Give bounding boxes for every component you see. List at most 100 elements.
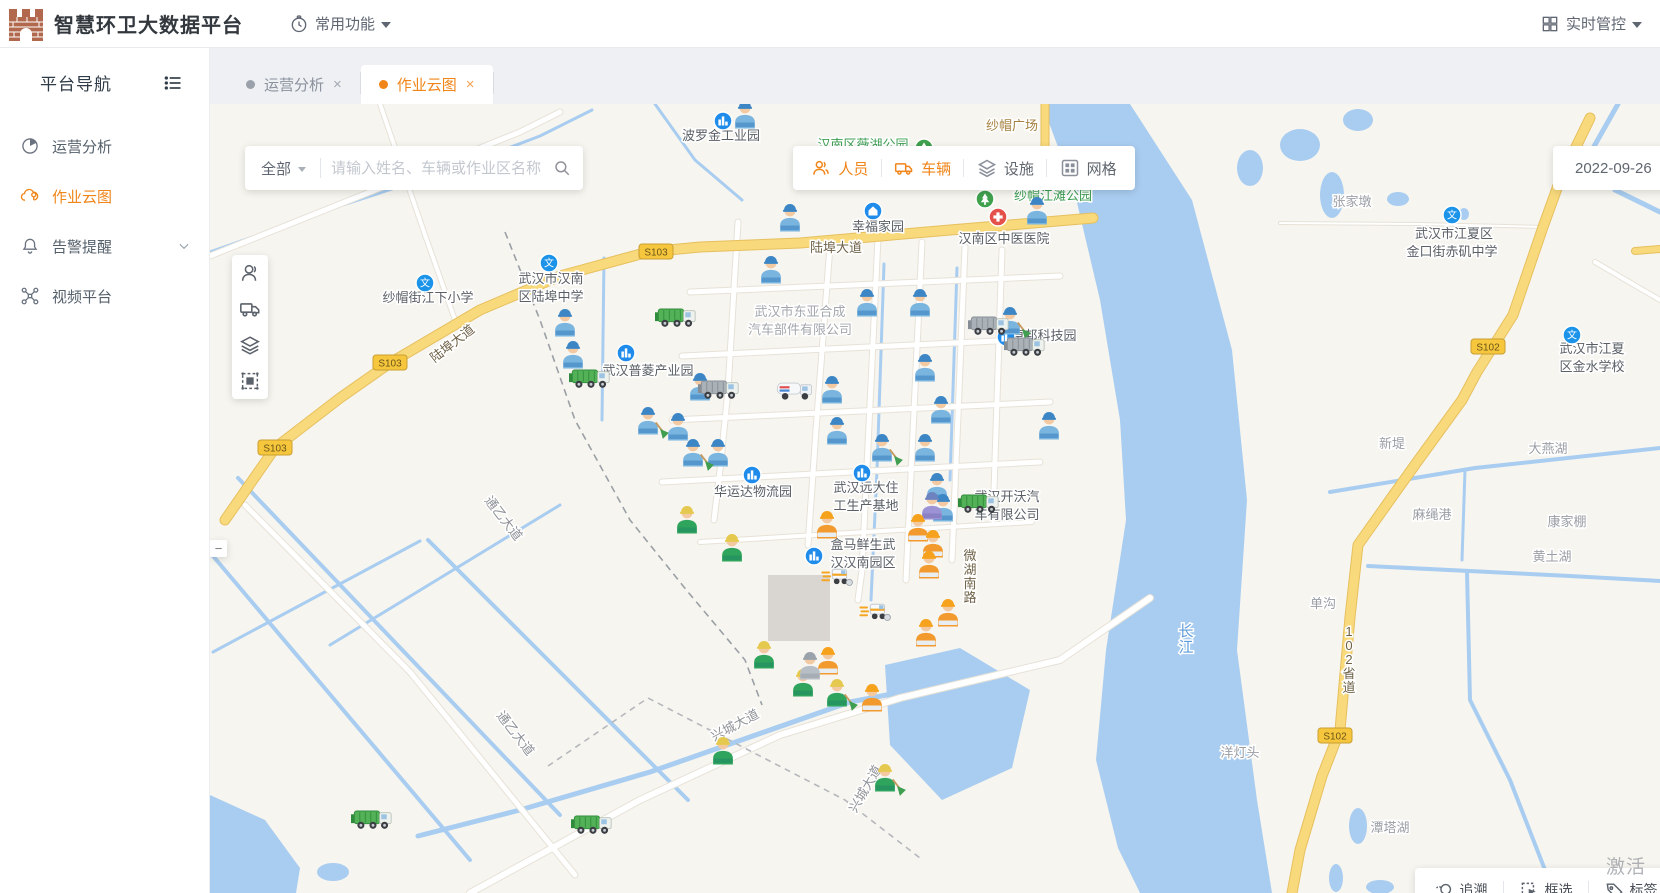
- sidebar-title: 平台导航: [40, 70, 112, 95]
- chevron-down-icon: [1632, 22, 1642, 28]
- filter-facilities[interactable]: 设施: [977, 158, 1034, 179]
- map-label: 纱帽江滩公园: [1014, 188, 1092, 203]
- bell-icon: [20, 236, 40, 256]
- brand-logo-icon: [8, 6, 44, 42]
- common-functions-label: 常用功能: [315, 13, 375, 34]
- poi-school-icon[interactable]: 文: [416, 274, 434, 292]
- tab-work-cloud-map[interactable]: 作业云图 ×: [361, 65, 493, 104]
- svg-text:文: 文: [544, 257, 554, 270]
- svg-text:文: 文: [1447, 209, 1457, 222]
- grid-cells-icon: [1060, 158, 1080, 178]
- sidebar-item-alerts[interactable]: 告警提醒: [0, 221, 209, 271]
- map-label: 微湖南路: [963, 548, 976, 605]
- layers-tool-icon[interactable]: [239, 334, 261, 356]
- poi-factory-icon[interactable]: [853, 464, 871, 482]
- map-label: 潭塔湖: [1370, 820, 1409, 835]
- map-label: 车有限公司: [974, 507, 1039, 522]
- search-input[interactable]: [331, 160, 553, 177]
- map-label: 汉汉南园区: [830, 555, 895, 570]
- poi-school-icon[interactable]: 文: [540, 254, 558, 272]
- poi-park-icon[interactable]: [976, 190, 994, 208]
- poi-factory-icon[interactable]: [714, 112, 732, 130]
- map-label: 张家墩: [1332, 194, 1371, 209]
- label-toggle-button[interactable]: 标签: [1605, 880, 1658, 893]
- map-label: 武汉市汉南: [518, 271, 583, 286]
- sidebar-item-label: 作业云图: [52, 186, 112, 207]
- tool-label: 追溯: [1460, 880, 1488, 893]
- poi-school-icon[interactable]: 文: [1563, 326, 1581, 344]
- chevron-down-icon: [381, 22, 391, 28]
- map-area: S103S103S103S102S102波罗金工业园汉南区薇湖公园纱帽广场幸福家…: [210, 104, 1660, 893]
- map-label: 武汉远大住: [833, 480, 898, 495]
- date-value: 2022-09-26: [1575, 160, 1652, 177]
- svg-text:文: 文: [1567, 329, 1577, 342]
- page-title: 智慧环卫大数据平台: [54, 9, 243, 38]
- search-icon[interactable]: [553, 159, 571, 177]
- close-icon[interactable]: ×: [466, 76, 475, 93]
- box-select-button[interactable]: 框选: [1520, 880, 1573, 893]
- map-label: 幸福家园: [852, 219, 904, 234]
- map-label: 汉南区中医医院: [958, 231, 1049, 246]
- sidebar-item-operation-analysis[interactable]: 运营分析: [0, 121, 209, 171]
- drone-icon: [20, 286, 40, 306]
- map-label: 华运达物流园: [714, 484, 792, 499]
- map-label: 康家棚: [1547, 514, 1586, 529]
- poi-school-icon[interactable]: 文: [1443, 206, 1461, 224]
- tool-label: 框选: [1545, 880, 1573, 893]
- search-category-select[interactable]: 全部: [257, 158, 310, 179]
- poi-factory-icon[interactable]: [743, 466, 761, 484]
- realtime-control-menu[interactable]: 实时管控: [1540, 13, 1642, 34]
- poi-factory-icon[interactable]: [617, 344, 635, 362]
- chevron-down-icon: [177, 239, 191, 253]
- tab-dot: [379, 80, 388, 89]
- filter-label: 设施: [1004, 158, 1034, 179]
- map-canvas[interactable]: S103S103S103S102S102波罗金工业园汉南区薇湖公园纱帽广场幸福家…: [210, 104, 1660, 893]
- sidebar-item-video-platform[interactable]: 视频平台: [0, 271, 209, 321]
- poi-home-icon[interactable]: [864, 202, 882, 220]
- list-menu-icon[interactable]: [163, 73, 183, 93]
- sidebar-item-work-cloud-map[interactable]: 作业云图: [0, 171, 209, 221]
- poi-factory-icon[interactable]: [805, 547, 823, 565]
- map-label: 纱帽广场: [986, 118, 1038, 133]
- tab-bar: 运营分析 × 作业云图 ×: [210, 48, 1660, 104]
- realtime-control-label: 实时管控: [1566, 13, 1626, 34]
- map-label: 洋灯头: [1220, 745, 1259, 760]
- tool-label: 标签: [1630, 880, 1658, 893]
- filter-personnel[interactable]: 人员: [811, 158, 868, 179]
- map-side-tools: [232, 255, 268, 399]
- filter-vehicles[interactable]: 车辆: [894, 158, 951, 179]
- truck-tool-icon[interactable]: [239, 298, 261, 320]
- tab-label: 作业云图: [397, 74, 457, 95]
- minus-icon: −: [215, 541, 223, 556]
- road-badge: S103: [639, 244, 673, 259]
- road-badge: S103: [373, 355, 407, 370]
- person-tool-icon[interactable]: [239, 262, 261, 284]
- sidebar: 平台导航 运营分析 作业云图 告警提醒: [0, 48, 210, 893]
- cloud-pin-icon: [20, 186, 40, 206]
- close-icon[interactable]: ×: [333, 76, 342, 93]
- trace-button[interactable]: 追溯: [1435, 880, 1488, 893]
- map-label: 新堤: [1379, 436, 1405, 451]
- poi-hospital-icon[interactable]: [989, 208, 1007, 226]
- filter-grid[interactable]: 网格: [1060, 158, 1117, 179]
- tab-operation-analysis[interactable]: 运营分析 ×: [228, 65, 360, 104]
- search-bar: 全部: [245, 146, 583, 190]
- map-label: 区陆埠中学: [518, 289, 583, 304]
- road-badge: S102: [1471, 339, 1505, 354]
- person-icon: [811, 158, 831, 178]
- zoom-out-button[interactable]: −: [210, 540, 227, 557]
- map-label: 武汉市东亚合成: [754, 304, 845, 319]
- tag-icon: [1605, 881, 1624, 893]
- map-label: 区金水学校: [1559, 359, 1624, 374]
- tab-dot: [246, 80, 255, 89]
- marquee-tool-icon[interactable]: [239, 370, 261, 392]
- filter-label: 车辆: [921, 158, 951, 179]
- sidebar-item-label: 运营分析: [52, 136, 112, 157]
- search-category-value: 全部: [261, 158, 291, 179]
- app-header: 智慧环卫大数据平台 常用功能 实时管控: [0, 0, 1660, 48]
- common-functions-menu[interactable]: 常用功能: [289, 13, 391, 34]
- map-label: 汽车部件有限公司: [748, 322, 852, 337]
- map-label: 武汉市江夏区: [1415, 226, 1493, 241]
- date-picker[interactable]: 2022-09-26: [1553, 146, 1660, 190]
- svg-text:S103: S103: [644, 248, 668, 259]
